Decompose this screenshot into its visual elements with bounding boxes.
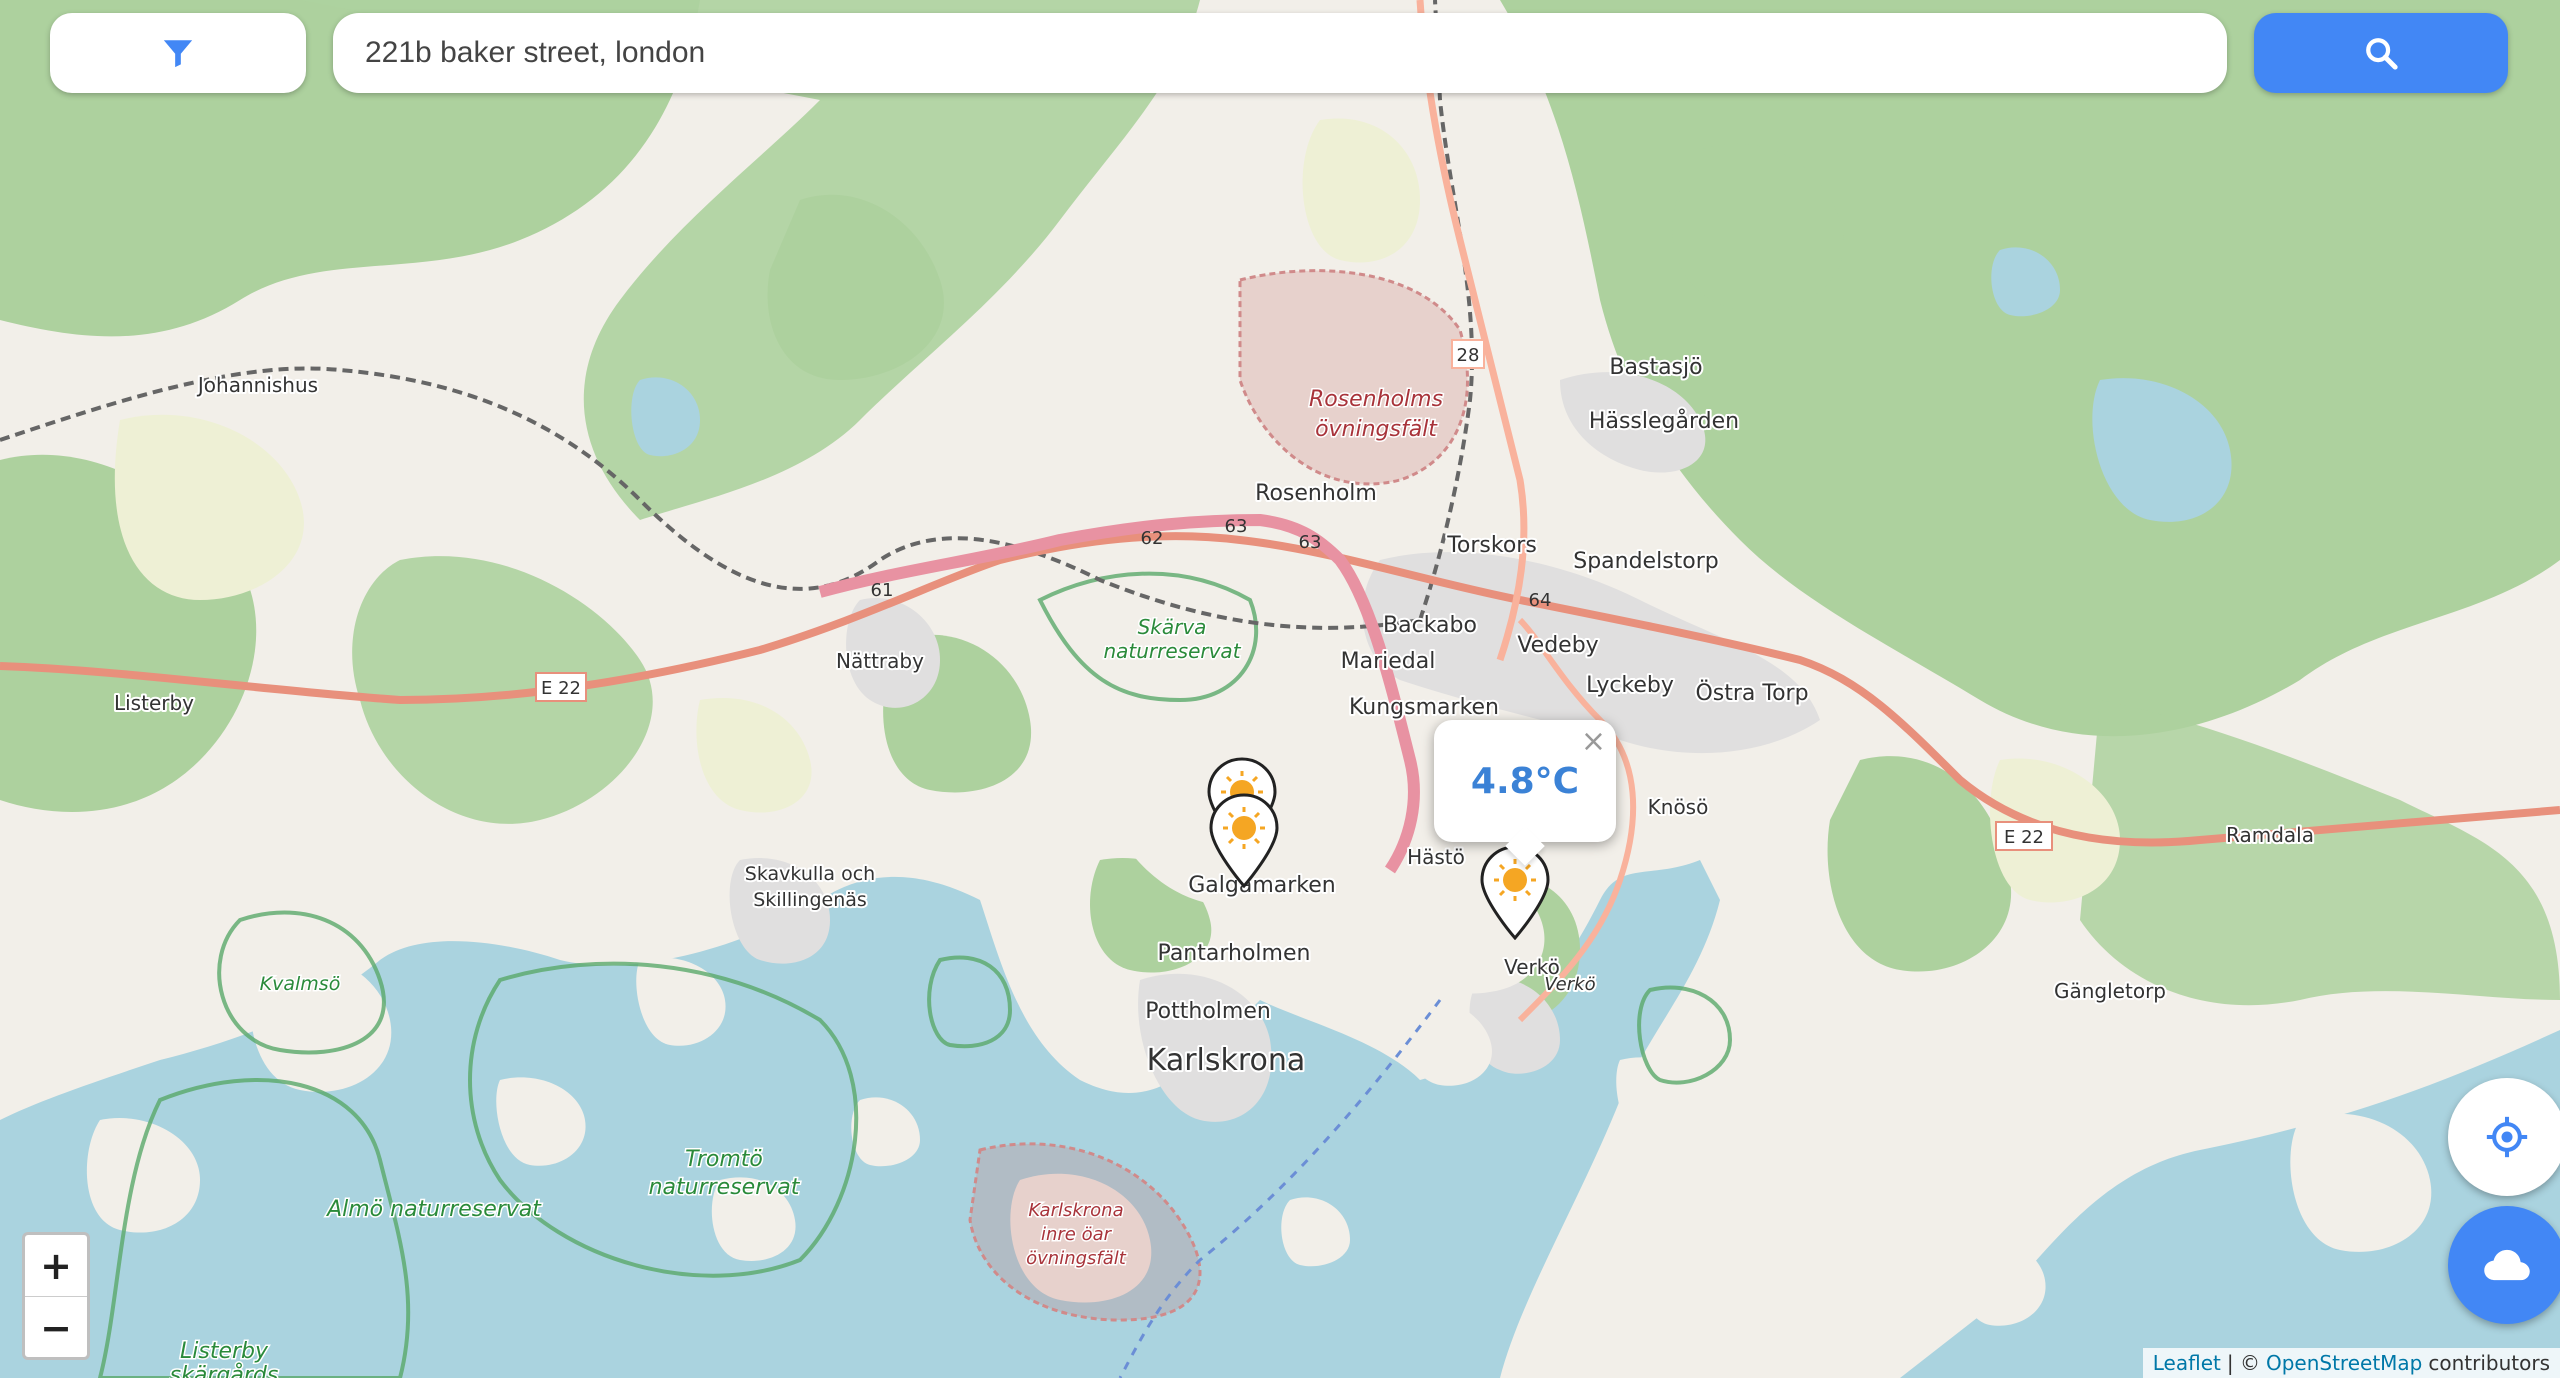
place-vedeby: Vedeby bbox=[1517, 633, 1598, 658]
weather-popup: × 4.8°C bbox=[1434, 720, 1616, 842]
military-inre-line2: inre öar bbox=[1041, 1224, 1113, 1245]
search-button[interactable] bbox=[2254, 13, 2508, 93]
reserve-listerby-line2: skärgårds bbox=[170, 1362, 279, 1378]
svg-text:E 22: E 22 bbox=[2004, 827, 2044, 848]
island-verko: Verkö bbox=[1544, 974, 1595, 995]
svg-text:62: 62 bbox=[1141, 528, 1164, 549]
place-lyckeby: Lyckeby bbox=[1586, 673, 1674, 698]
filter-button[interactable] bbox=[50, 13, 306, 93]
svg-text:E 22: E 22 bbox=[541, 678, 581, 699]
locate-button[interactable] bbox=[2448, 1078, 2560, 1196]
place-knoso: Knösö bbox=[1648, 795, 1709, 819]
place-gangletorp: Gängletorp bbox=[2054, 979, 2166, 1003]
place-backabo: Backabo bbox=[1383, 613, 1477, 638]
weather-marker[interactable] bbox=[1207, 792, 1281, 888]
road-shield-e22-east: E 22 bbox=[1995, 821, 2053, 851]
place-pantarholmen: Pantarholmen bbox=[1158, 941, 1311, 966]
place-listerby: Listerby bbox=[114, 691, 194, 715]
military-inre-line3: övningsfält bbox=[1026, 1248, 1127, 1269]
place-ramdala: Ramdala bbox=[2226, 823, 2314, 847]
place-karlskrona: Karlskrona bbox=[1147, 1043, 1306, 1078]
cloud-icon bbox=[2484, 1249, 2530, 1281]
map-canvas[interactable]: E 22 E 22 28 61 62 63 63 64 Johannishus … bbox=[0, 0, 2560, 1378]
search-box[interactable] bbox=[333, 13, 2227, 93]
road-shield-28: 28 bbox=[1451, 339, 1485, 369]
place-skavkulla-line1: Skavkulla och bbox=[745, 863, 875, 885]
reserve-tromto-line1: Tromtö bbox=[685, 1147, 763, 1172]
zoom-control: + − bbox=[22, 1232, 90, 1360]
road-label-63a: 63 bbox=[1225, 516, 1248, 537]
attribution-suffix: contributors bbox=[2428, 1351, 2550, 1375]
svg-text:28: 28 bbox=[1457, 345, 1480, 366]
search-magnifier-icon bbox=[2366, 38, 2398, 70]
weather-marker[interactable] bbox=[1478, 844, 1552, 940]
search-input[interactable] bbox=[363, 35, 2167, 71]
weather-layer-button[interactable] bbox=[2448, 1206, 2560, 1324]
svg-text:64: 64 bbox=[1529, 590, 1552, 611]
place-johannishus: Johannishus bbox=[196, 373, 318, 397]
openstreetmap-link[interactable]: OpenStreetMap bbox=[2266, 1351, 2422, 1375]
leaflet-link[interactable]: Leaflet bbox=[2153, 1351, 2221, 1375]
place-skavkulla-line2: Skillingenäs bbox=[753, 889, 867, 911]
military-rosenholms-line1: Rosenholms bbox=[1309, 387, 1443, 412]
reserve-skarva-line2: naturreservat bbox=[1103, 639, 1241, 663]
attribution-separator: | © bbox=[2226, 1351, 2260, 1375]
place-bastasjo: Bastasjö bbox=[1609, 355, 1702, 380]
road-label-63b: 63 bbox=[1299, 532, 1322, 553]
zoom-in-button[interactable]: + bbox=[25, 1235, 87, 1296]
svg-text:61: 61 bbox=[871, 580, 894, 601]
svg-text:63: 63 bbox=[1225, 516, 1248, 537]
place-hasto: Hästö bbox=[1407, 845, 1465, 869]
place-kungsmarken: Kungsmarken bbox=[1349, 695, 1499, 720]
reserve-tromto-line2: naturreservat bbox=[649, 1175, 801, 1200]
place-mariedal: Mariedal bbox=[1341, 649, 1436, 674]
road-shield-e22-west: E 22 bbox=[535, 672, 587, 702]
place-hasslegarden: Hässlegården bbox=[1589, 408, 1739, 434]
place-nattraby: Nättraby bbox=[836, 649, 924, 673]
popup-temperature: 4.8°C bbox=[1470, 760, 1580, 802]
reserve-skarva-line1: Skärva bbox=[1138, 615, 1207, 639]
place-torskors: Torskors bbox=[1446, 533, 1537, 558]
military-inre-line1: Karlskrona bbox=[1028, 1200, 1123, 1221]
reserve-listerby-line1: Listerby bbox=[180, 1339, 269, 1364]
zoom-out-button[interactable]: − bbox=[25, 1296, 87, 1358]
svg-text:63: 63 bbox=[1299, 532, 1322, 553]
place-rosenholm: Rosenholm bbox=[1255, 481, 1377, 506]
place-ostra-torp: Östra Torp bbox=[1695, 680, 1808, 706]
place-pottholmen: Pottholmen bbox=[1145, 999, 1271, 1024]
map-attribution: Leaflet | © OpenStreetMap contributors bbox=[2142, 1348, 2560, 1378]
road-label-64: 64 bbox=[1529, 590, 1552, 611]
filter-funnel-icon bbox=[163, 40, 193, 68]
reserve-almo: Almö naturreservat bbox=[325, 1197, 542, 1222]
road-label-62: 62 bbox=[1141, 528, 1164, 549]
place-spandelstorp: Spandelstorp bbox=[1573, 549, 1719, 574]
military-rosenholms-line2: övningsfält bbox=[1315, 417, 1438, 442]
popup-close-button[interactable]: × bbox=[1581, 724, 1606, 759]
reserve-kvalmso: Kvalmsö bbox=[260, 973, 341, 995]
crosshair-locate-icon bbox=[2486, 1116, 2528, 1158]
road-label-61: 61 bbox=[871, 580, 894, 601]
